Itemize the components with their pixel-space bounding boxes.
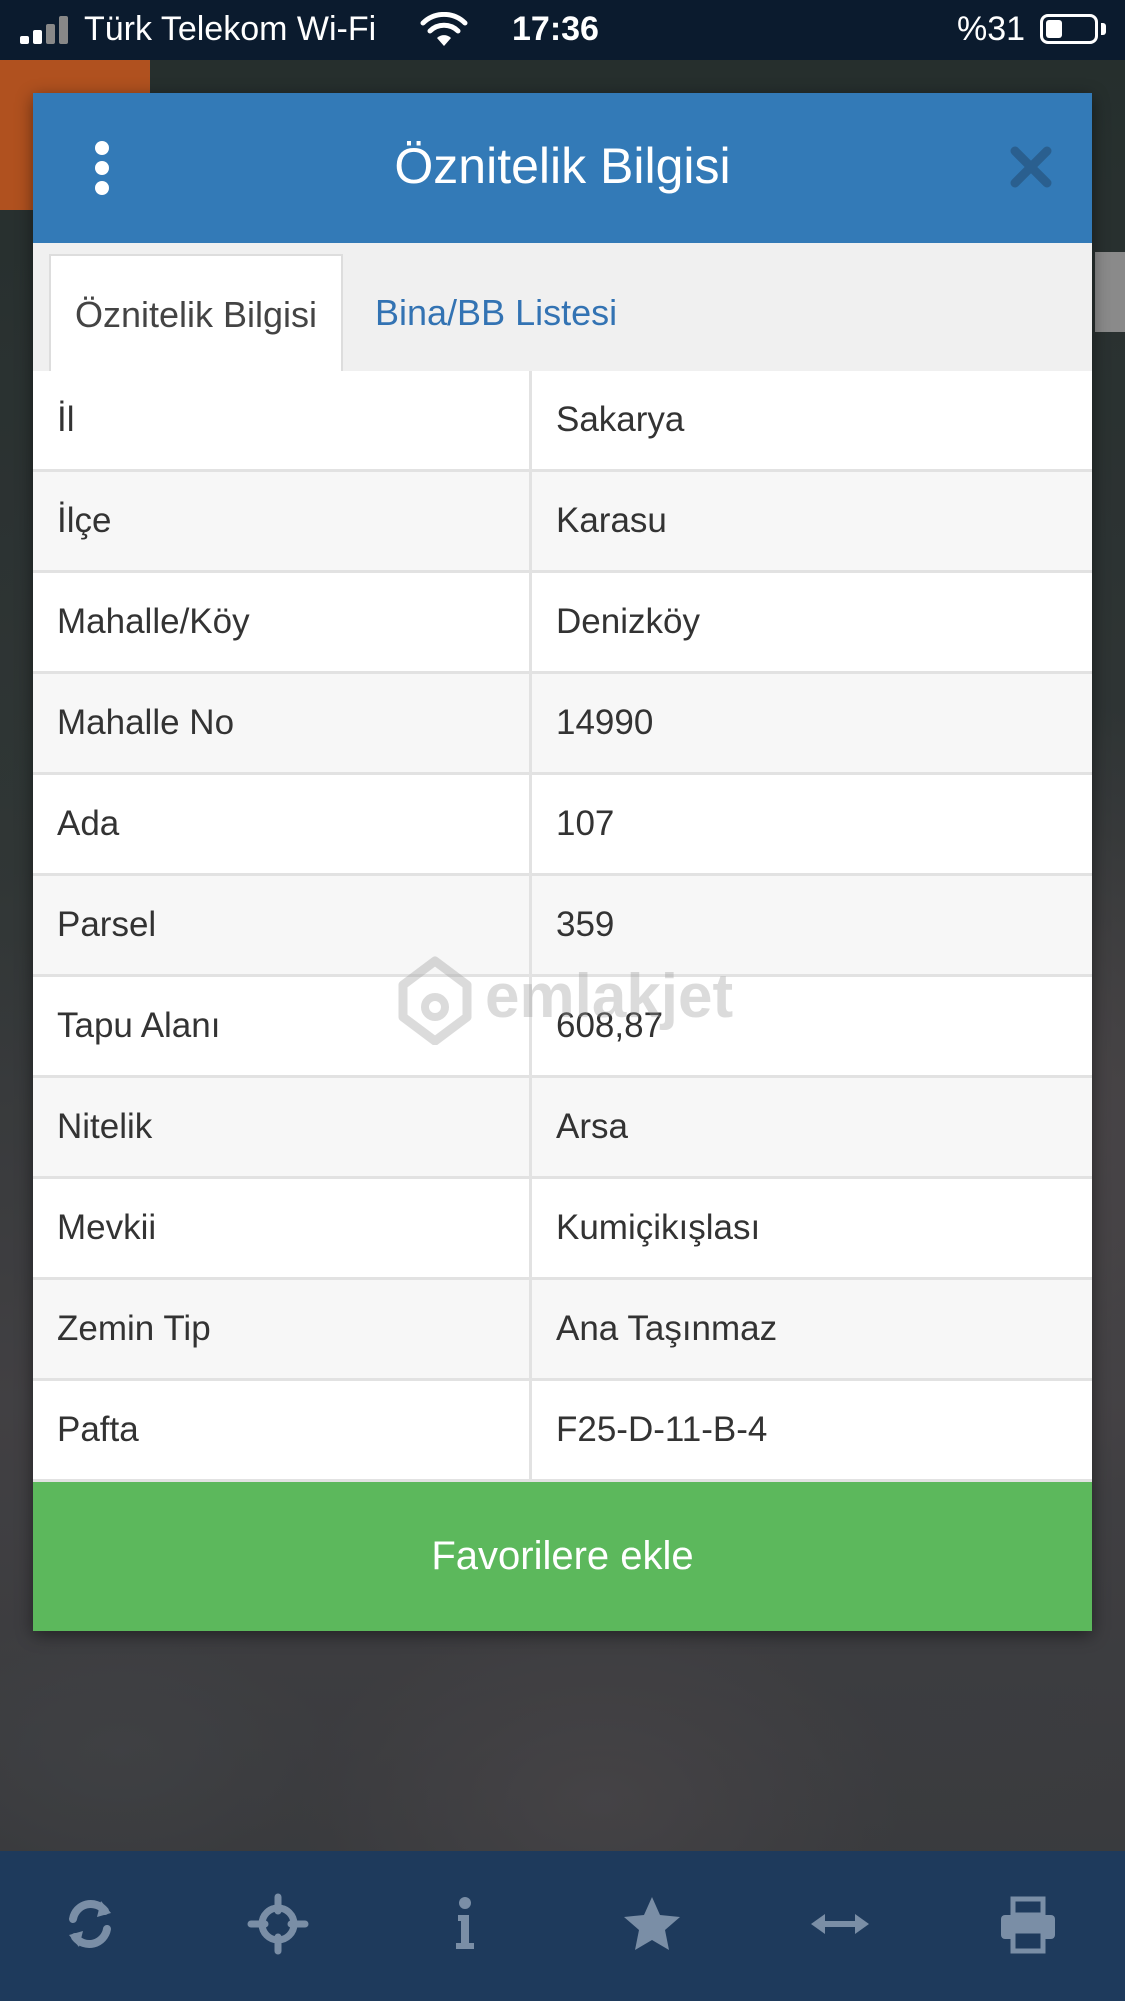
row-value: 107 xyxy=(556,804,615,843)
row-key: Mevkii xyxy=(33,1179,532,1277)
measure-icon[interactable] xyxy=(805,1889,875,1959)
refresh-icon[interactable] xyxy=(55,1889,125,1959)
row-value: Sakarya xyxy=(556,400,685,439)
modal-header: Öznitelik Bilgisi xyxy=(33,93,1092,243)
row-value: 14990 xyxy=(556,703,654,742)
crosshair-icon[interactable] xyxy=(243,1889,313,1959)
row-value: Kumiçikışlası xyxy=(556,1208,761,1247)
modal-title: Öznitelik Bilgisi xyxy=(394,138,731,194)
battery-icon xyxy=(1040,14,1098,44)
bottom-toolbar xyxy=(0,1851,1125,2001)
add-to-favorites-button[interactable]: Favorilere ekle xyxy=(33,1482,1092,1631)
row-value: Arsa xyxy=(556,1107,628,1146)
carrier-name: Türk Telekom Wi-Fi xyxy=(84,10,377,48)
row-key: Mahalle No xyxy=(33,674,532,772)
close-icon[interactable] xyxy=(1007,143,1055,191)
wifi-icon xyxy=(420,12,468,46)
status-bar: Türk Telekom Wi-Fi 17:36 %31 xyxy=(0,0,1125,60)
table-row: Nitelik Arsa xyxy=(33,1078,1092,1179)
row-value: Denizköy xyxy=(556,602,700,641)
row-key: Pafta xyxy=(33,1381,532,1479)
tab-bar: Öznitelik Bilgisi Bina/BB Listesi xyxy=(33,243,1092,373)
clock: 17:36 xyxy=(512,10,599,48)
location-pin-icon xyxy=(398,956,472,1045)
print-icon[interactable] xyxy=(993,1889,1063,1959)
row-key: Nitelik xyxy=(33,1078,532,1176)
row-key: Zemin Tip xyxy=(33,1280,532,1378)
row-key: Ada xyxy=(33,775,532,873)
tab-building-list[interactable]: Bina/BB Listesi xyxy=(375,254,617,371)
battery-tip xyxy=(1101,23,1106,35)
watermark-text: emlakjet xyxy=(485,962,734,1031)
table-row: İlçe Karasu xyxy=(33,472,1092,573)
battery-fill xyxy=(1046,20,1062,38)
attribute-table: İl Sakarya İlçe Karasu Mahalle/Köy Denizköy… xyxy=(33,371,1092,1482)
row-key: İl xyxy=(33,371,532,469)
row-value: F25-D-11-B-4 xyxy=(556,1410,768,1449)
row-value: Ana Taşınmaz xyxy=(556,1309,778,1348)
row-key: Mahalle/Köy xyxy=(33,573,532,671)
battery-percent: %31 xyxy=(957,10,1026,48)
info-icon[interactable] xyxy=(430,1889,500,1959)
table-row: Zemin Tip Ana Taşınmaz xyxy=(33,1280,1092,1381)
table-row: İl Sakarya xyxy=(33,371,1092,472)
watermark-logo: emlakjet xyxy=(395,955,735,1045)
table-row: Pafta F25-D-11-B-4 xyxy=(33,1381,1092,1482)
row-key: İlçe xyxy=(33,472,532,570)
star-icon[interactable] xyxy=(617,1889,687,1959)
table-row: Mahalle/Köy Denizköy xyxy=(33,573,1092,674)
table-row: Ada 107 xyxy=(33,775,1092,876)
tab-attribute-info[interactable]: Öznitelik Bilgisi xyxy=(49,254,343,371)
table-row: Mahalle No 14990 xyxy=(33,674,1092,775)
row-value: Karasu xyxy=(556,501,667,540)
map-edge-control xyxy=(1095,252,1125,332)
attribute-info-modal: Öznitelik Bilgisi Öznitelik Bilgisi Bina… xyxy=(33,93,1092,1631)
signal-icon xyxy=(20,16,72,44)
table-row: Mevkii Kumiçikışlası xyxy=(33,1179,1092,1280)
